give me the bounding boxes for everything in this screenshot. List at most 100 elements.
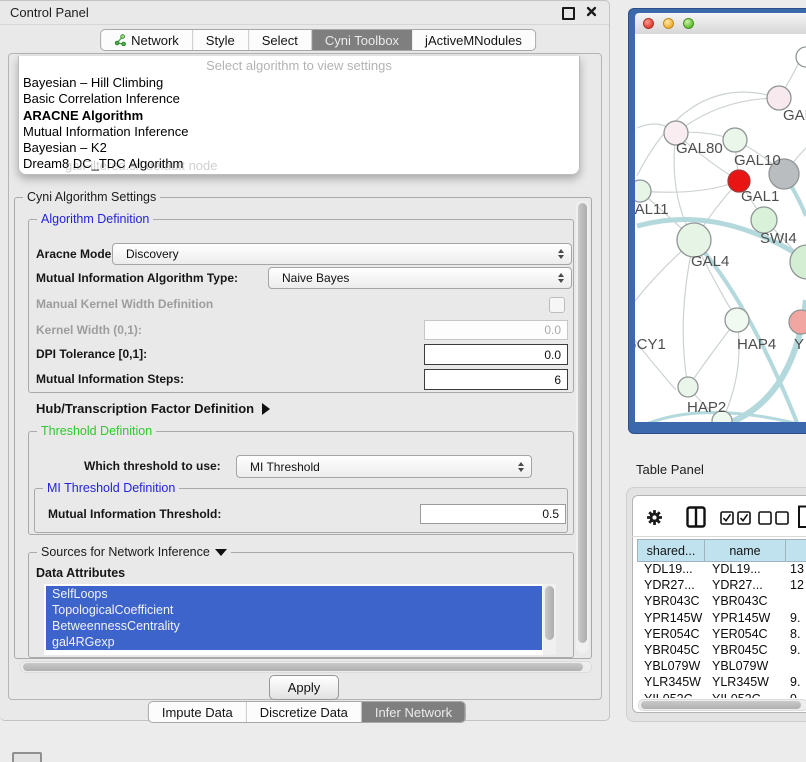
network-node[interactable] [635,180,651,202]
tab-select[interactable]: Select [249,30,312,50]
table-cell: YBR045C [644,643,700,657]
macos-minimize-button[interactable] [663,18,674,29]
node-label-gal10: GAL10 [734,152,781,169]
attributes-vertical-scrollbar[interactable] [543,584,556,655]
tab-label: Select [262,33,298,48]
network-edge[interactable] [635,321,676,390]
underlying-style-text: galFiltered.sif default node [65,158,217,173]
table-cell: 9 [790,692,797,698]
mi-threshold-label: Mutual Information Threshold: [48,507,221,521]
table-row[interactable]: YBR043CYBR043C [632,594,806,610]
settings-gear-icon[interactable] [646,509,663,526]
tab-infer-network[interactable]: Infer Network [362,702,465,722]
algorithm-option-bayesian-k2[interactable]: Bayesian – K2 [19,140,579,156]
table-panel-title: Table Panel [636,462,704,477]
network-node[interactable] [796,47,806,67]
algorithm-option-aracne-algorithm[interactable]: ARACNE Algorithm [19,108,579,124]
table-row[interactable]: YDL19...YDL19...13 [632,562,806,578]
table-row[interactable]: YLR345W YLR345W 9. [632,675,806,691]
node-label-gal: GAL [783,107,806,124]
network-node[interactable] [725,308,749,332]
tab-jactivemnodules[interactable]: jActiveMNodules [412,30,535,50]
table-cell: YBR045C [712,643,768,657]
table-horizontal-scrollbar[interactable] [638,699,806,711]
attribute-item-gal4rgexp[interactable]: gal4RGexp [46,634,542,650]
tab-style[interactable]: Style [193,30,249,50]
algorithm-option-mutual-information-inference[interactable]: Mutual Information Inference [19,124,579,140]
node-label-gcy1: GCY1 [635,336,666,353]
data-attributes-label: Data Attributes [36,566,125,580]
deselect-all-icon[interactable] [758,511,790,525]
tab-cyni-toolbox[interactable]: Cyni Toolbox [312,30,412,50]
table-row[interactable]: YDR27...YDR27...12 [632,578,806,594]
table-row[interactable]: YBR045CYBR045C9. [632,643,806,659]
algorithm-option-basic-correlation-inference[interactable]: Basic Correlation Inference [19,91,579,107]
network-icon [114,34,126,46]
mi-steps-field[interactable] [424,369,568,390]
hub-definition-toggle[interactable]: Hub/Transcription Factor Definition [36,401,270,416]
table-row[interactable]: YBL079WYBL079W [632,659,806,675]
macos-close-button[interactable] [643,18,654,29]
column-header-clipped[interactable] [785,539,806,562]
which-threshold-value: MI Threshold [250,460,320,474]
apply-button[interactable]: Apply [269,675,339,700]
node-label-gal4: GAL4 [691,253,729,270]
attribute-item-betweennesscentrality[interactable]: BetweennessCentrality [46,618,542,634]
algorithm-placeholder: Select algorithm to view settings [19,56,579,75]
network-edge[interactable] [676,98,779,133]
network-canvas[interactable]: GALGAL80GAL10GAL11GAL1SWI4GAL4GCY1HAP4YH… [635,34,806,422]
dpi-tolerance-field[interactable] [424,344,568,365]
cyni-bottom-tabs: Impute Data Discretize DataInfer Network [148,701,466,723]
document-icon[interactable] [797,505,806,529]
table-cell: YPR145W [712,611,770,625]
table-cell: YBL079W [644,659,700,673]
kernel-width-field[interactable] [424,320,568,340]
mi-steps-label: Mutual Information Steps: [36,372,184,386]
column-header-name[interactable]: name [704,539,786,562]
table-cell: YLR345W [644,675,701,689]
network-window-titlebar[interactable] [635,13,806,35]
data-attributes-list[interactable]: SelfLoopsTopologicalCoefficientBetweenne… [44,584,556,655]
collapsed-arrow-icon [262,403,270,415]
table-cell: YDR27... [644,578,695,592]
algorithm-option-bayesian-hill-climbing[interactable]: Bayesian – Hill Climbing [19,75,579,91]
network-edge[interactable] [640,181,739,192]
tab-label: Impute Data [162,705,233,720]
attribute-item-selfloops[interactable]: SelfLoops [46,586,542,602]
minimized-panel-icon[interactable] [12,752,42,762]
network-node[interactable] [677,223,711,257]
macos-zoom-button[interactable] [683,18,694,29]
tab-impute-data[interactable]: Impute Data [149,702,247,722]
mi-algorithm-type-select[interactable]: Naive Bayes [268,267,572,289]
table-row[interactable]: YIL052CYIL052C9 [632,692,806,698]
select-all-icon[interactable] [720,511,752,525]
sources-toggle[interactable]: Sources for Network Inference [37,545,231,559]
column-layout-icon[interactable] [686,506,706,528]
table-row[interactable]: YPR145WYPR145W9. [632,611,806,627]
float-window-icon[interactable] [562,7,575,20]
manual-kernel-width-checkbox[interactable] [549,297,565,313]
network-node[interactable] [789,310,806,334]
tab-discretize-data[interactable]: Discretize Data [247,702,362,722]
mi-threshold-field[interactable] [420,504,566,524]
table-cell: YBR043C [712,594,768,608]
spinner-arrows-icon [558,249,564,259]
settings-vertical-scrollbar[interactable] [576,201,589,653]
group-title: Cyni Algorithm Settings [23,190,160,204]
aracne-mode-value: Discovery [126,247,179,261]
network-node[interactable] [723,128,747,152]
tab-network[interactable]: Network [101,30,193,50]
settings-horizontal-scrollbar[interactable] [20,661,592,673]
algorithm-dropdown-popup: Select algorithm to view settings Bayesi… [18,56,580,175]
column-header-shared[interactable]: shared... [637,539,705,562]
table-row[interactable]: YER054CYER054C8. [632,627,806,643]
table-cell: YLR345W [712,675,769,689]
table-cell: YDR27... [712,578,763,592]
close-icon[interactable] [586,6,597,17]
aracne-mode-select[interactable]: Discovery [112,243,572,265]
table-cell: 9. [790,675,800,689]
network-node[interactable] [678,377,698,397]
which-threshold-select[interactable]: MI Threshold [236,455,532,478]
attribute-item-topologicalcoefficient[interactable]: TopologicalCoefficient [46,602,542,618]
table-cell: YER054C [644,627,700,641]
